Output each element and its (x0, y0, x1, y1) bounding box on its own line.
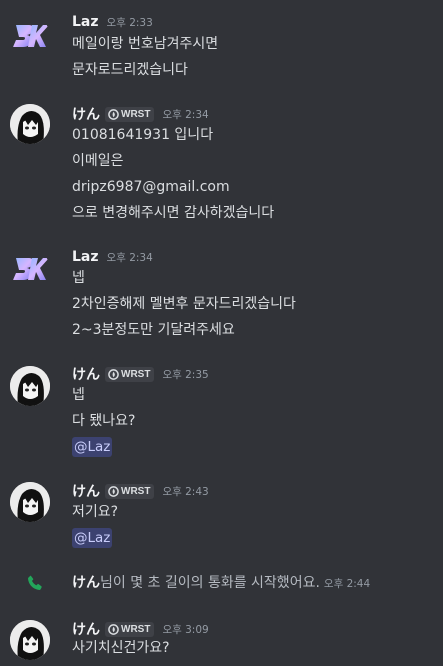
message-text: 이메일은 (72, 153, 124, 169)
system-call-user[interactable]: けん (72, 575, 100, 591)
timestamp: 오후 2:44 (323, 578, 371, 590)
server-tag[interactable]: WRST (105, 366, 155, 382)
timestamp: 오후 2:33 (106, 16, 153, 29)
author-name[interactable]: けん (72, 364, 100, 384)
server-tag-label: WRST (121, 108, 151, 120)
server-tag-icon (108, 486, 119, 497)
avatar[interactable] (10, 104, 50, 144)
author-name[interactable]: けん (72, 619, 100, 639)
message-text: 사기치신건가요? (72, 640, 170, 656)
timestamp: 오후 2:43 (162, 485, 209, 498)
system-call-description: 님이 몇 초 길이의 통화를 시작했어요. (100, 575, 320, 591)
mention-chip[interactable]: @Laz (72, 437, 113, 457)
reply-mention-line: @Laz (72, 436, 113, 458)
message-text: 01081641931 입니다 (72, 127, 214, 143)
message-header: Laz 오후 2:33 (72, 12, 153, 32)
timestamp: 오후 2:35 (162, 368, 209, 381)
message-text: 넵 (72, 270, 85, 286)
server-tag-label: WRST (121, 623, 151, 635)
message-text: 문자로드리겠습니다 (72, 62, 188, 78)
message-header: けん WRST 오후 2:43 (72, 481, 209, 501)
server-tag-icon (108, 624, 119, 635)
server-tag-label: WRST (121, 368, 151, 380)
mention-chip[interactable]: @Laz (72, 528, 113, 548)
message-header: けん WRST 오후 3:09 (72, 619, 209, 639)
timestamp: 오후 3:09 (162, 623, 209, 636)
avatar[interactable] (10, 16, 50, 56)
author-name[interactable]: Laz (72, 14, 99, 30)
author-name[interactable]: けん (72, 481, 100, 501)
message-text: 으로 변경해주시면 감사하겠습니다 (72, 205, 275, 221)
server-tag-label: WRST (121, 485, 151, 497)
avatar[interactable] (10, 366, 50, 406)
author-name[interactable]: Laz (72, 249, 99, 265)
message-header: けん WRST 오후 2:35 (72, 364, 209, 384)
server-tag-icon (108, 369, 119, 380)
chat-message-list: Laz 오후 2:33 메일이랑 번호남겨주시면 문자로드리겠습니다 けん WR… (0, 0, 443, 666)
timestamp: 오후 2:34 (106, 251, 153, 264)
avatar[interactable] (10, 620, 50, 660)
message-text: dripz6987@gmail.com (72, 179, 230, 195)
timestamp: 오후 2:34 (162, 108, 209, 121)
message-text: 2~3분정도만 기달려주세요 (72, 322, 235, 338)
message-text: 2차인증해제 멜변후 문자드리겠습니다 (72, 296, 296, 312)
message-text: 저기요? (72, 504, 119, 520)
message-text: 넵 (72, 387, 85, 403)
server-tag[interactable]: WRST (105, 621, 155, 637)
message-text: 다 됐나요? (72, 413, 136, 429)
message-text: 메일이랑 번호남겨주시면 (72, 36, 219, 52)
server-tag[interactable]: WRST (105, 106, 155, 122)
server-tag[interactable]: WRST (105, 483, 155, 499)
avatar[interactable] (10, 249, 50, 289)
message-header: けん WRST 오후 2:34 (72, 104, 209, 124)
server-tag-icon (108, 109, 119, 120)
reply-mention-line: @Laz (72, 527, 113, 549)
author-name[interactable]: けん (72, 104, 100, 124)
avatar[interactable] (10, 482, 50, 522)
phone-icon (28, 575, 42, 590)
system-call-text: けん님이 몇 초 길이의 통화를 시작했어요. 오후 2:44 (72, 572, 370, 594)
message-header: Laz 오후 2:34 (72, 247, 153, 267)
